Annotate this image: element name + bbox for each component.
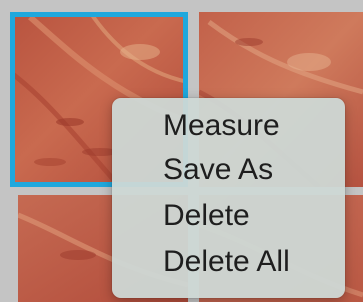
context-menu: Measure Save As Delete Delete All bbox=[112, 98, 345, 298]
menu-item-measure[interactable]: Measure bbox=[112, 104, 345, 148]
menu-item-save-as[interactable]: Save As bbox=[112, 148, 345, 192]
menu-item-delete[interactable]: Delete bbox=[112, 194, 345, 238]
menu-item-delete-all[interactable]: Delete All bbox=[112, 240, 345, 284]
